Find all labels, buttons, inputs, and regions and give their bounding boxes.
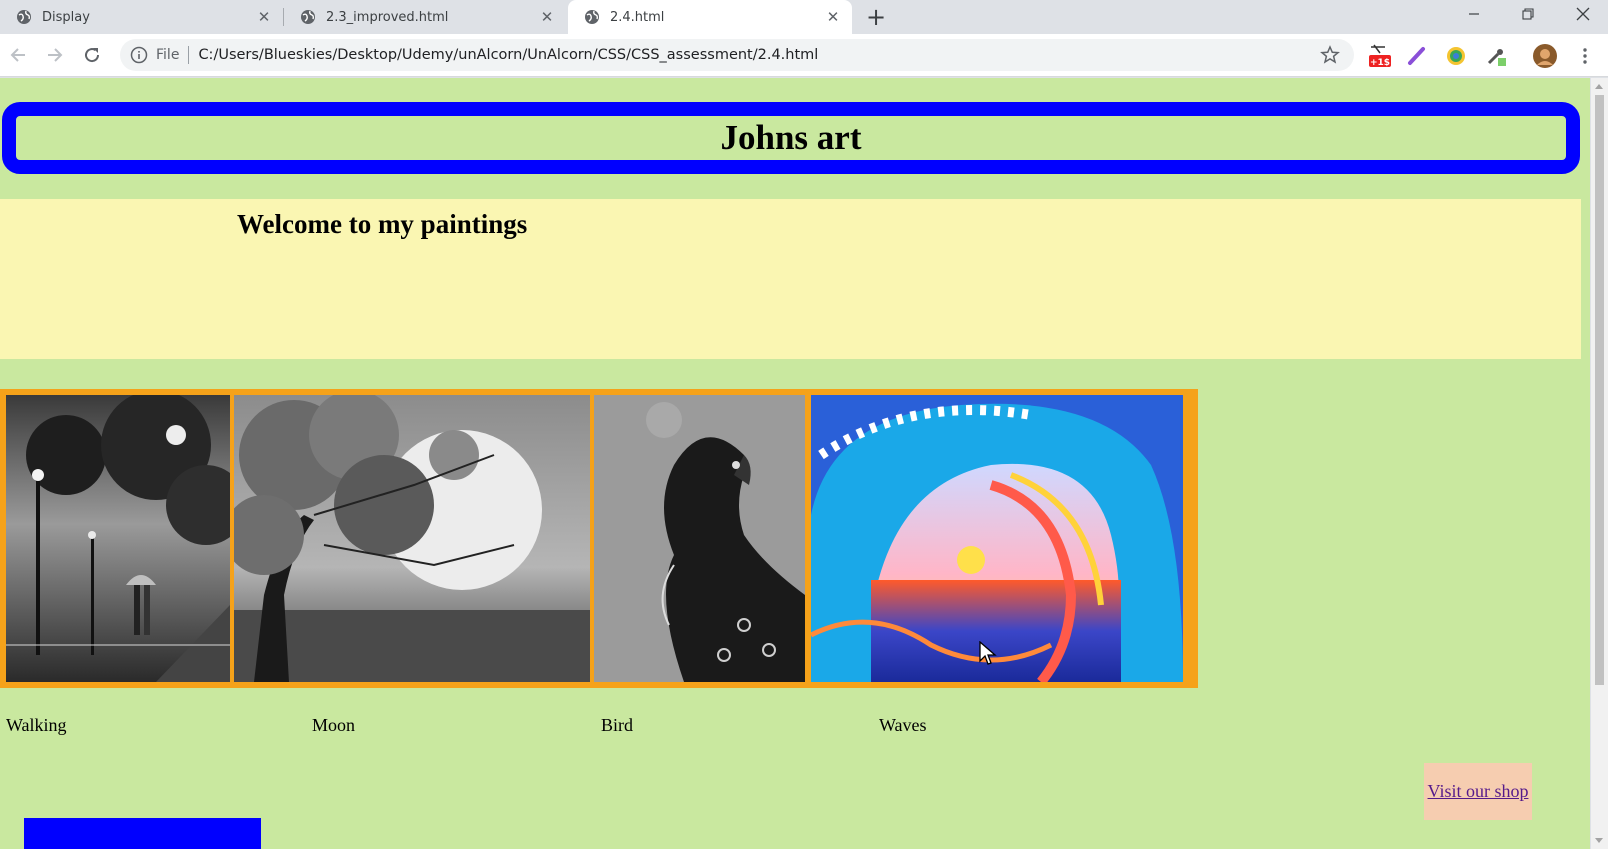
screenshot-extension-icon[interactable]: +1$ [1366,43,1392,69]
visit-shop-link[interactable]: Visit our shop [1428,781,1529,802]
address-bar[interactable]: File C:/Users/Blueskies/Desktop/Udemy/un… [120,39,1354,71]
scrollbar-thumb[interactable] [1595,95,1604,685]
url-text[interactable]: C:/Users/Blueskies/Desktop/Udemy/unAlcor… [198,47,818,63]
color-wheel-extension-icon[interactable] [1443,43,1469,69]
forward-icon[interactable] [40,40,70,70]
tab-strip: Display ✕ 2.3_improved.html ✕ 2.4.html ✕… [0,0,1608,34]
vertical-scrollbar[interactable] [1591,78,1608,849]
globe-icon [585,10,599,24]
tab-close-icon[interactable]: ✕ [822,6,844,28]
caption-waves: Waves [879,715,927,735]
globe-icon [17,10,31,24]
tab-title: Display [42,9,90,25]
painting-gallery [0,389,1198,688]
tab-close-icon[interactable]: ✕ [253,6,275,28]
restore-icon[interactable] [1505,0,1551,28]
scroll-up-icon[interactable] [1595,84,1603,89]
caption-moon: Moon [312,715,356,735]
info-icon[interactable] [130,46,148,64]
plus-icon[interactable]: + [862,3,890,31]
welcome-heading: Welcome to my paintings [237,209,528,239]
page-header: Johns art [2,102,1580,174]
welcome-section: Welcome to my paintings [0,199,1581,359]
tab-close-icon[interactable]: ✕ [536,6,558,28]
blue-block [24,818,261,849]
back-icon[interactable] [3,40,33,70]
tab-2-3-improved[interactable]: 2.3_improved.html ✕ [284,0,566,34]
pen-extension-icon[interactable] [1404,43,1430,69]
extension-badge: +1$ [1370,58,1390,68]
tab-title: 2.4.html [610,9,665,25]
omnibox-divider [188,46,190,64]
eyedropper-extension-icon[interactable] [1483,43,1509,69]
moon-painting-image[interactable] [234,395,590,682]
star-icon[interactable] [1320,45,1340,65]
bird-painting-image[interactable] [594,395,805,682]
tab-title: 2.3_improved.html [326,9,449,25]
tab-display[interactable]: Display ✕ [0,0,283,34]
caption-bird: Bird [601,715,634,735]
scheme-label: File [156,47,180,63]
waves-painting-image[interactable] [811,395,1183,682]
mouse-cursor-icon [979,641,997,665]
scroll-down-icon[interactable] [1595,838,1603,843]
minimize-icon[interactable] [1451,0,1497,28]
page-viewport: Johns art Welcome to my paintings Walkin… [0,78,1590,849]
menu-icon[interactable] [1572,43,1598,69]
walking-painting-image[interactable] [6,395,230,682]
shop-link-box: Visit our shop [1424,763,1532,820]
page-title: Johns art [720,118,862,157]
close-icon[interactable] [1560,0,1606,28]
globe-icon [301,10,315,24]
reload-icon[interactable] [77,40,107,70]
tab-2-4-active[interactable]: 2.4.html ✕ [568,0,852,34]
browser-toolbar: File C:/Users/Blueskies/Desktop/Udemy/un… [0,34,1608,77]
avatar[interactable] [1532,43,1558,69]
caption-walking: Walking [6,715,67,735]
